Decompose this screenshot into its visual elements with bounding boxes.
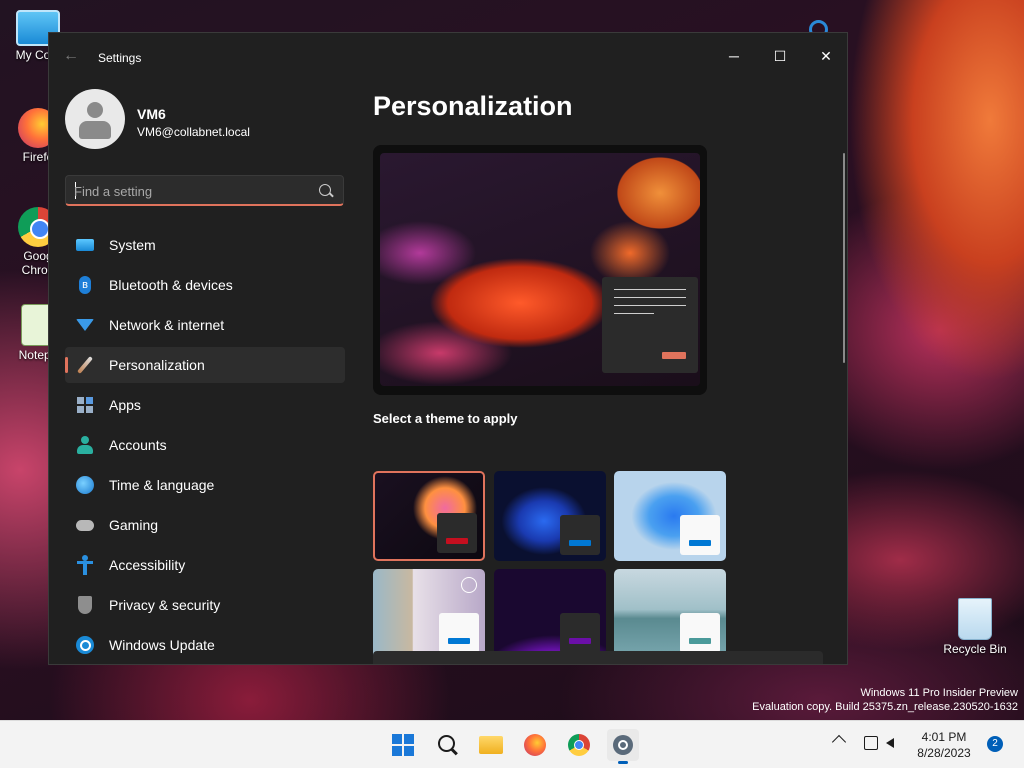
page-title: Personalization bbox=[373, 91, 573, 121]
sidebar-item-bluetooth[interactable]: ʙ Bluetooth & devices bbox=[65, 267, 345, 303]
sidebar-item-label: Windows Update bbox=[109, 637, 215, 653]
sidebar-item-label: Bluetooth & devices bbox=[109, 277, 233, 293]
system-icon bbox=[75, 235, 95, 255]
clock-date: 8/28/2023 bbox=[917, 746, 971, 760]
globe-clock-icon bbox=[75, 475, 95, 495]
sidebar-item-label: Accounts bbox=[109, 437, 167, 453]
update-icon bbox=[75, 635, 95, 655]
user-name: VM6 bbox=[137, 106, 166, 122]
settings-icon[interactable] bbox=[607, 729, 639, 764]
notification-badge[interactable]: 2 bbox=[987, 736, 1003, 752]
search-input[interactable] bbox=[74, 182, 304, 200]
sidebar-item-privacy[interactable]: Privacy & security bbox=[65, 587, 345, 623]
desktop-icon-label: Recycle Bin bbox=[943, 642, 1007, 656]
clock-time: 4:01 PM bbox=[921, 730, 967, 744]
sidebar-item-label: Apps bbox=[109, 397, 141, 413]
sidebar-item-label: Time & language bbox=[109, 477, 215, 493]
theme-swatch bbox=[680, 515, 720, 555]
scrollbar[interactable] bbox=[843, 153, 845, 363]
sidebar-item-label: Privacy & security bbox=[109, 597, 221, 613]
firefox-icon[interactable] bbox=[519, 729, 551, 761]
start-icon[interactable] bbox=[387, 729, 419, 761]
back-arrow-icon[interactable]: ← bbox=[63, 48, 83, 64]
watermark-line-2: Evaluation copy. Build 25375.zn_release.… bbox=[752, 701, 1018, 713]
wallpaper-preview-image bbox=[380, 153, 700, 386]
sidebar-nav: System ʙ Bluetooth & devices Network & i… bbox=[65, 227, 345, 664]
theme-current[interactable] bbox=[373, 471, 485, 561]
sidebar-item-label: Network & internet bbox=[109, 317, 225, 333]
volume-icon[interactable] bbox=[886, 738, 894, 748]
theme-preview bbox=[373, 145, 707, 395]
clock[interactable]: 4:01 PM 8/28/2023 bbox=[912, 729, 976, 761]
chevron-up-icon[interactable] bbox=[831, 734, 847, 750]
user-email: VM6@collabnet.local bbox=[137, 125, 250, 139]
slideshow-icon bbox=[461, 577, 477, 593]
theme-swatch bbox=[680, 613, 720, 653]
sidebar-item-personalization[interactable]: Personalization bbox=[65, 347, 345, 383]
search-box[interactable] bbox=[65, 175, 344, 206]
recycle-bin-icon bbox=[958, 598, 992, 640]
wifi-icon bbox=[75, 315, 95, 335]
avatar-body bbox=[79, 121, 111, 139]
sidebar-item-accounts[interactable]: Accounts bbox=[65, 427, 345, 463]
theme-windows-spotlight[interactable] bbox=[373, 569, 485, 659]
theme-glow[interactable] bbox=[494, 569, 606, 659]
evaluation-watermark: Windows 11 Pro Insider Preview Evaluatio… bbox=[752, 686, 1018, 714]
sidebar-item-system[interactable]: System bbox=[65, 227, 345, 263]
bluetooth-icon: ʙ bbox=[75, 275, 95, 295]
sidebar-item-label: Gaming bbox=[109, 517, 159, 533]
theme-swatch bbox=[437, 513, 477, 553]
theme-swatch bbox=[560, 515, 600, 555]
sidebar-item-accessibility[interactable]: Accessibility bbox=[65, 547, 345, 583]
apps-icon bbox=[75, 395, 95, 415]
accounts-icon bbox=[75, 435, 95, 455]
preview-accent-button bbox=[662, 352, 686, 359]
theme-windows-light[interactable] bbox=[614, 471, 726, 561]
network-icon[interactable] bbox=[864, 736, 878, 750]
settings-window: ← Settings ─ ☐ ✕ VM6 VM6@collabnet.local… bbox=[48, 32, 848, 665]
sidebar-item-label: System bbox=[109, 237, 156, 253]
sidebar-item-windows-update[interactable]: Windows Update bbox=[65, 627, 345, 663]
shield-icon bbox=[75, 595, 95, 615]
window-title: Settings bbox=[98, 51, 142, 65]
theme-captured-motion[interactable] bbox=[614, 569, 726, 659]
chrome-icon[interactable] bbox=[563, 729, 595, 761]
next-settings-card[interactable] bbox=[373, 651, 823, 664]
avatar[interactable] bbox=[65, 89, 125, 149]
theme-windows-dark[interactable] bbox=[494, 471, 606, 561]
sidebar-item-gaming[interactable]: Gaming bbox=[65, 507, 345, 543]
sidebar-item-network[interactable]: Network & internet bbox=[65, 307, 345, 343]
sidebar-item-label: Accessibility bbox=[109, 557, 186, 573]
sidebar-item-label: Personalization bbox=[109, 357, 205, 373]
file-explorer-icon[interactable] bbox=[475, 729, 507, 761]
paintbrush-icon bbox=[75, 355, 95, 375]
preview-window-mockup bbox=[602, 277, 698, 373]
accessibility-icon bbox=[75, 555, 95, 575]
avatar-head bbox=[87, 102, 103, 118]
watermark-line-1: Windows 11 Pro Insider Preview bbox=[860, 687, 1018, 699]
main-content: Personalization Select a theme to apply bbox=[373, 33, 847, 664]
gamepad-icon bbox=[75, 515, 95, 535]
themes-section-label: Select a theme to apply bbox=[373, 411, 518, 426]
theme-swatch bbox=[439, 613, 479, 653]
search-icon[interactable] bbox=[319, 184, 331, 196]
theme-swatch bbox=[560, 613, 600, 653]
sidebar-item-time-language[interactable]: Time & language bbox=[65, 467, 345, 503]
search-icon[interactable] bbox=[431, 729, 463, 761]
sidebar-item-apps[interactable]: Apps bbox=[65, 387, 345, 423]
desktop-icon-recycle-bin[interactable]: Recycle Bin bbox=[940, 598, 1010, 656]
taskbar: 4:01 PM 8/28/2023 bbox=[0, 720, 1024, 768]
